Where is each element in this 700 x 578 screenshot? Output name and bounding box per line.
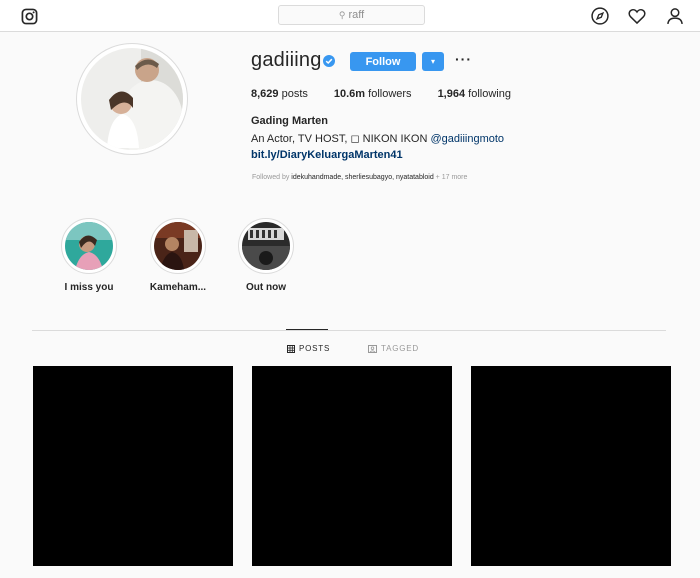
posts-stat: 8,629 posts [251, 88, 308, 100]
followed-by-prefix: Followed by [252, 174, 292, 181]
top-navigation-bar: ⚲ raff [0, 0, 700, 32]
highlight-label: I miss you [64, 282, 114, 293]
followed-by-text[interactable]: Followed by idekuhandmade, sherliesubagy… [252, 174, 467, 181]
tab-posts-label: POSTS [299, 344, 331, 353]
search-query: raff [348, 9, 365, 21]
profile-full-name: Gading Marten [251, 115, 329, 127]
following-stat[interactable]: 1,964 following [438, 88, 511, 100]
instagram-icon[interactable] [21, 8, 38, 25]
posts-stat-label: posts [281, 88, 308, 100]
profile-username: gadiiing [251, 49, 322, 71]
bio-external-link[interactable]: bit.ly/DiaryKeluargaMarten41 [251, 149, 403, 161]
posts-count: 8,629 [251, 88, 279, 100]
more-options-icon[interactable]: ··· [455, 52, 472, 66]
compass-icon[interactable] [590, 6, 610, 26]
followed-by-names: idekuhandmade, sherliesubagyo, nyatatabl… [291, 174, 434, 181]
follow-button[interactable]: Follow [350, 52, 416, 71]
avatar-photo [81, 48, 183, 160]
grid-icon [287, 344, 295, 353]
bio-mention-link[interactable]: @gadiiingmoto [430, 133, 504, 145]
profile-bio: An Actor, TV HOST, ◻ NIKON IKON @gadiiin… [251, 132, 504, 145]
post-thumbnail[interactable] [33, 366, 233, 566]
followed-by-more: + 17 more [433, 174, 468, 181]
highlight-ring [150, 218, 206, 274]
search-icon: ⚲ [338, 9, 346, 20]
following-count: 1,964 [437, 88, 466, 100]
heart-icon[interactable] [627, 6, 647, 26]
user-icon[interactable] [665, 6, 685, 26]
profile-avatar[interactable] [76, 43, 188, 160]
highlight-label: Kameham... [149, 282, 207, 293]
followers-stat-label: followers [368, 88, 412, 100]
highlight-cover-image [65, 222, 113, 270]
highlight-ring [61, 218, 117, 274]
post-thumbnail[interactable] [471, 366, 671, 566]
story-highlight[interactable]: I miss you [49, 218, 129, 293]
tab-tagged-label: TAGGED [381, 344, 419, 353]
highlight-ring [238, 218, 294, 274]
search-input[interactable]: ⚲ raff [278, 5, 425, 25]
followers-stat[interactable]: 10.6m followers [334, 88, 412, 100]
highlight-cover-image [154, 222, 202, 270]
tagged-icon [368, 344, 377, 353]
suggested-dropdown-button[interactable]: ▾ [422, 52, 444, 71]
active-tab-indicator [286, 329, 328, 330]
following-stat-label: following [468, 88, 511, 100]
tabs-divider [32, 330, 666, 331]
story-highlight[interactable]: Out now [226, 218, 306, 293]
followers-count: 10.6m [333, 88, 366, 100]
tab-posts[interactable]: POSTS [287, 344, 330, 353]
highlight-label: Out now [246, 282, 286, 293]
post-thumbnail[interactable] [252, 366, 452, 566]
verified-badge-icon [323, 55, 335, 67]
story-highlight[interactable]: Kameham... [138, 218, 218, 293]
highlight-cover-image [242, 222, 290, 270]
profile-stats: 8,629 posts 10.6m followers 1,964 follow… [251, 88, 537, 100]
tab-tagged[interactable]: TAGGED [368, 344, 419, 353]
bio-text: An Actor, TV HOST, ◻ NIKON IKON [251, 133, 431, 145]
